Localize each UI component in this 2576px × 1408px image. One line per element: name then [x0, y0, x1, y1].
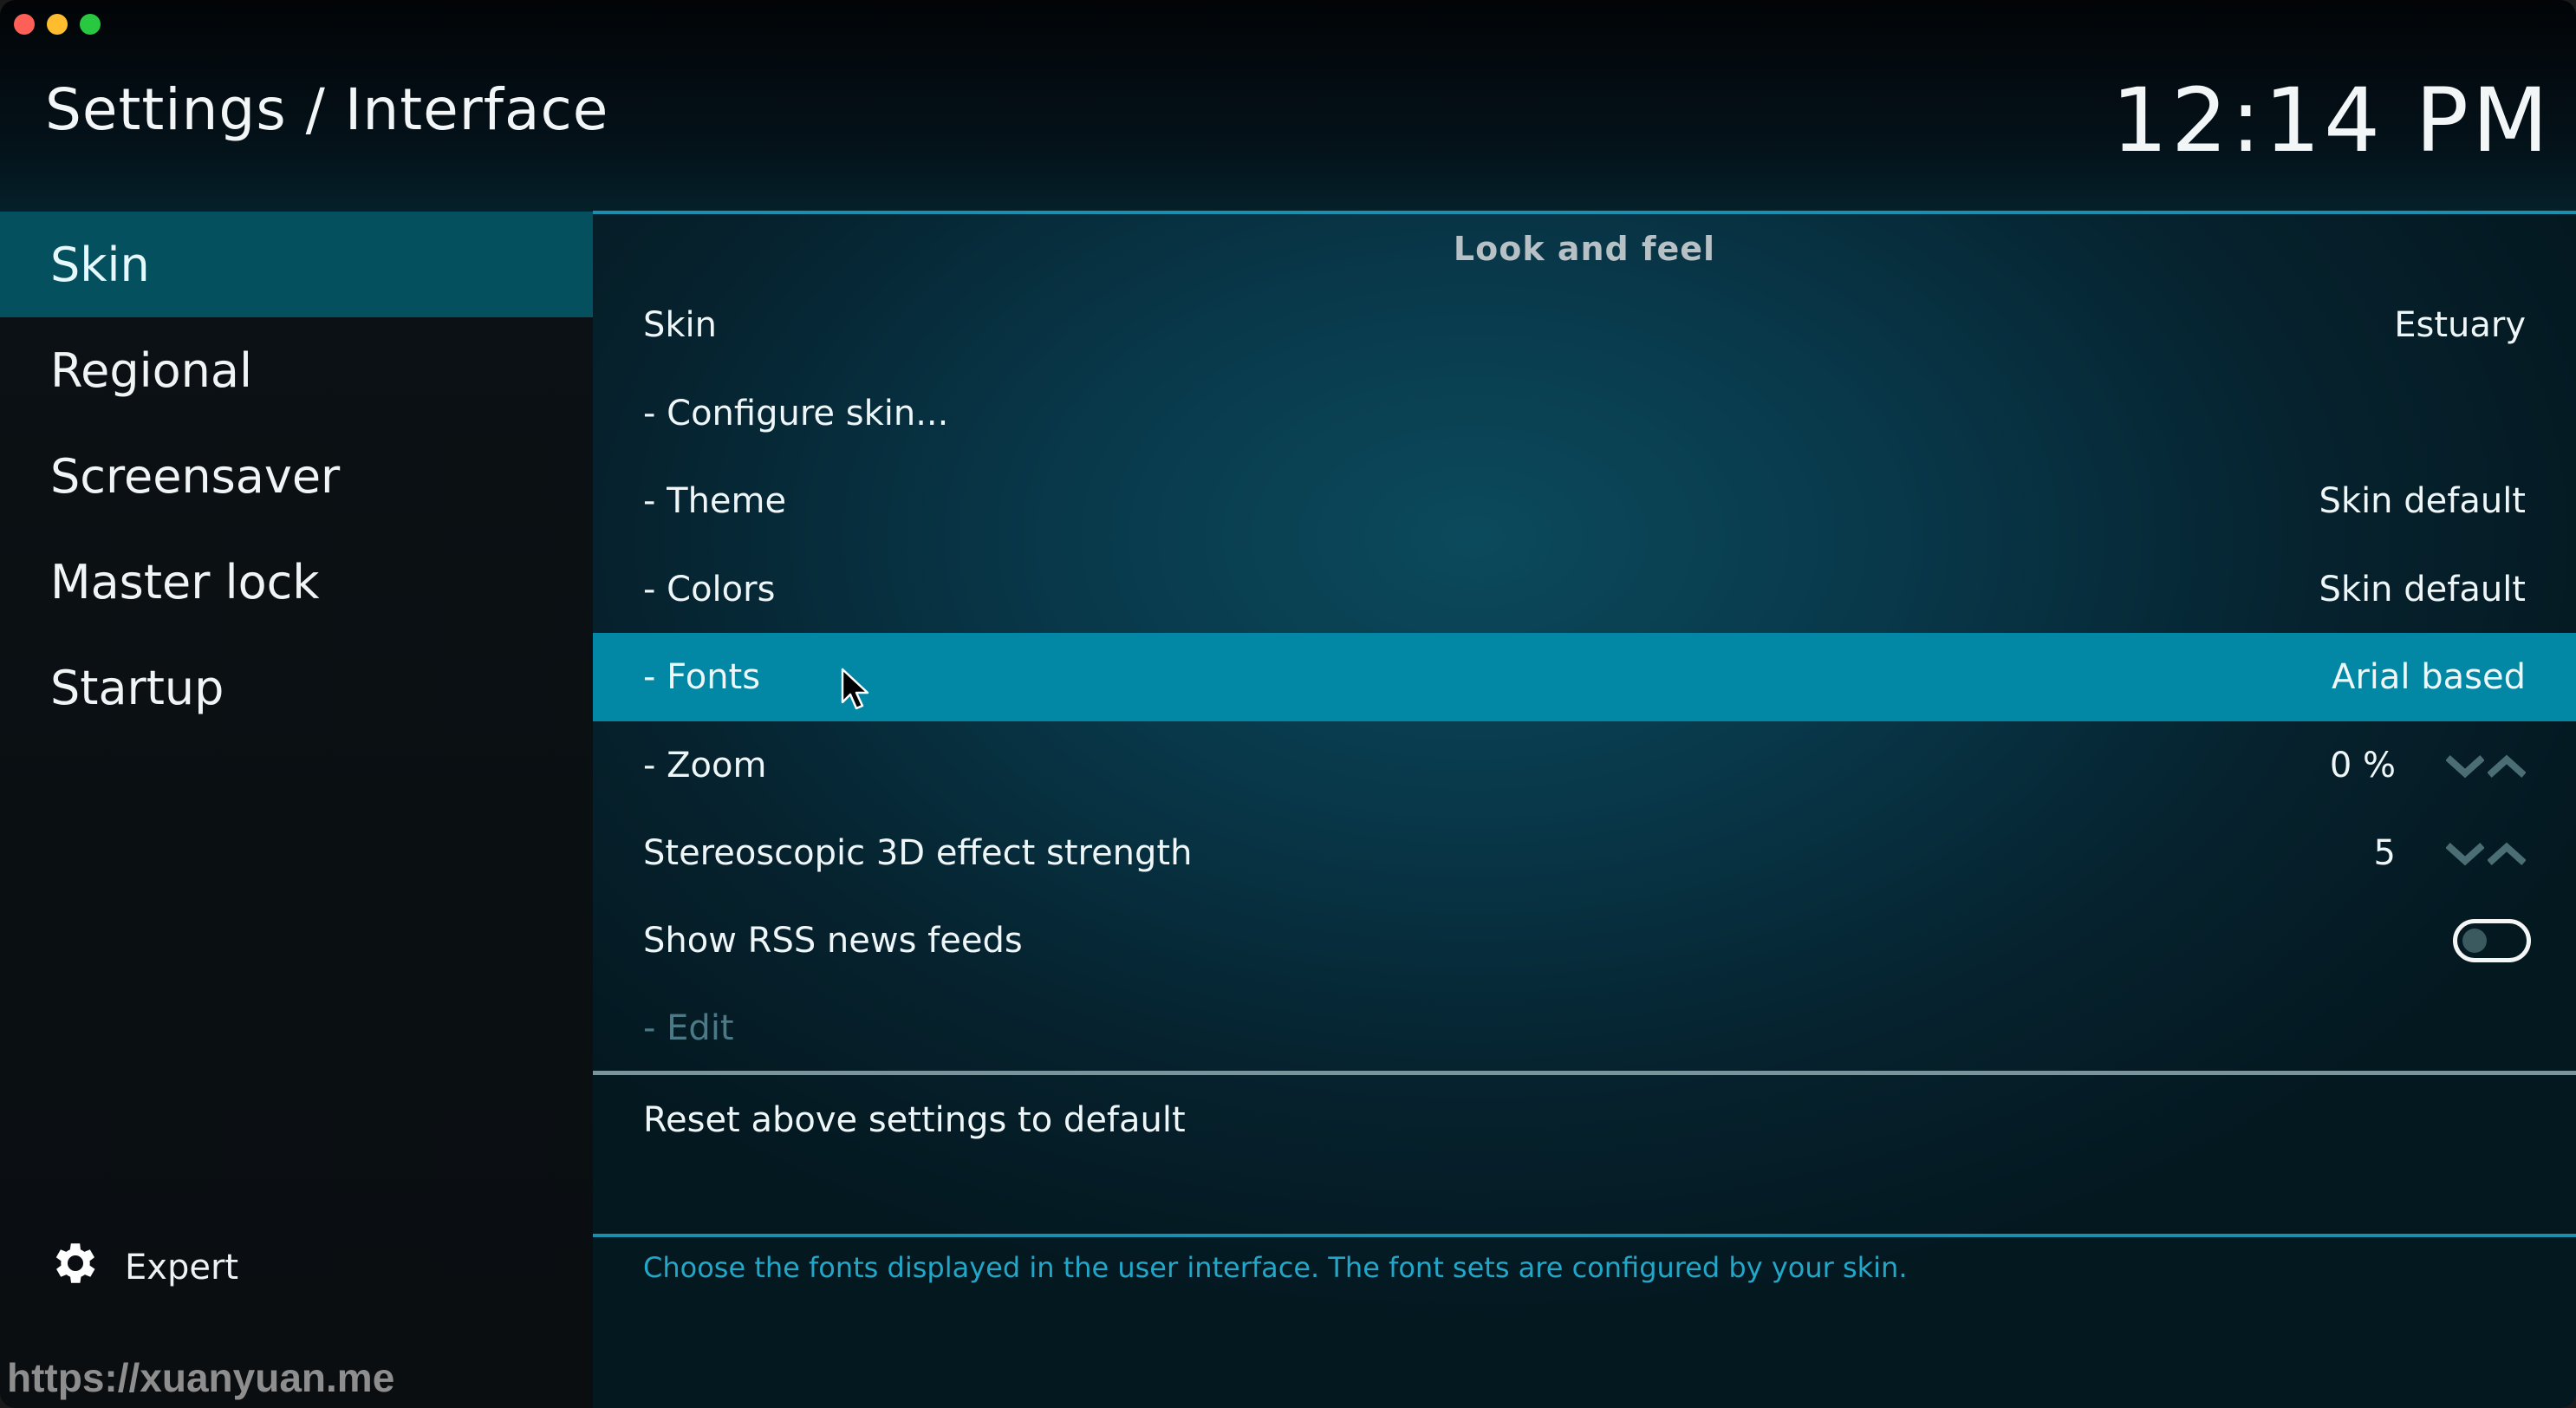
sidebar-item-label: Regional — [50, 342, 252, 398]
page-title: Settings / Interface — [45, 76, 609, 143]
chevron-up-icon[interactable] — [2488, 840, 2526, 866]
mouse-pointer-icon — [841, 668, 870, 714]
window-controls — [14, 14, 101, 35]
sidebar: Skin Regional Screensaver Master lock St… — [0, 212, 593, 1408]
setting-label: - Theme — [643, 481, 787, 521]
app-window: Settings / Interface 12:14 PM Skin Regio… — [0, 0, 2576, 1408]
spinner-controls — [2446, 753, 2526, 779]
chevron-down-icon[interactable] — [2446, 840, 2484, 866]
close-window-button[interactable] — [14, 14, 35, 35]
sidebar-item-screensaver[interactable]: Screensaver — [0, 423, 593, 529]
reset-label: Reset above settings to default — [643, 1100, 1186, 1140]
setting-label: Skin — [643, 305, 718, 345]
sidebar-item-startup[interactable]: Startup — [0, 635, 593, 740]
minimize-window-button[interactable] — [47, 14, 68, 35]
setting-label: - Edit — [643, 1008, 734, 1048]
setting-value: Skin default — [2319, 570, 2526, 609]
setting-value: 0 % — [2329, 746, 2396, 785]
settings-panel: Look and feel Skin Estuary - Configure s… — [593, 214, 2576, 1408]
setting-show-rss[interactable]: Show RSS news feeds — [593, 896, 2576, 985]
setting-label: - Fonts — [643, 657, 761, 697]
help-text: Choose the fonts displayed in the user i… — [643, 1251, 1908, 1284]
setting-edit-rss: - Edit — [593, 984, 2576, 1072]
section-separator — [593, 1071, 2576, 1075]
chevron-up-icon[interactable] — [2488, 753, 2526, 779]
spinner-controls — [2446, 840, 2526, 866]
reset-settings-button[interactable]: Reset above settings to default — [593, 1076, 2576, 1164]
watermark: https://xuanyuan.me — [7, 1355, 395, 1400]
setting-label: - Configure skin... — [643, 394, 949, 433]
toggle-knob — [2462, 929, 2487, 953]
setting-label: Stereoscopic 3D effect strength — [643, 833, 1193, 873]
settings-level-label: Expert — [125, 1248, 239, 1287]
zoom-spinner: 0 % — [2330, 746, 2526, 785]
setting-value: Estuary — [2394, 305, 2526, 345]
setting-skin[interactable]: Skin Estuary — [593, 281, 2576, 369]
setting-value: Arial based — [2331, 657, 2526, 697]
setting-theme[interactable]: - Theme Skin default — [593, 457, 2576, 545]
setting-colors[interactable]: - Colors Skin default — [593, 545, 2576, 634]
setting-configure-skin[interactable]: - Configure skin... — [593, 369, 2576, 458]
sidebar-item-label: Screensaver — [50, 448, 341, 504]
sidebar-item-regional[interactable]: Regional — [0, 317, 593, 423]
chevron-down-icon[interactable] — [2446, 753, 2484, 779]
sidebar-item-master-lock[interactable]: Master lock — [0, 529, 593, 635]
sidebar-item-label: Skin — [50, 237, 150, 292]
sidebar-item-label: Startup — [50, 660, 224, 715]
setting-value: Skin default — [2319, 481, 2526, 521]
maximize-window-button[interactable] — [80, 14, 101, 35]
sidebar-item-label: Master lock — [50, 554, 320, 609]
setting-label: - Zoom — [643, 746, 767, 785]
setting-label: Show RSS news feeds — [643, 921, 1023, 961]
sidebar-item-skin[interactable]: Skin — [0, 212, 593, 317]
setting-fonts[interactable]: - Fonts Arial based — [593, 633, 2576, 721]
setting-zoom[interactable]: - Zoom 0 % — [593, 721, 2576, 810]
rss-toggle[interactable] — [2453, 919, 2531, 962]
gear-icon — [49, 1236, 102, 1299]
setting-stereoscopic-strength[interactable]: Stereoscopic 3D effect strength 5 — [593, 809, 2576, 897]
setting-label: - Colors — [643, 570, 776, 609]
setting-value: 5 — [2373, 833, 2396, 873]
clock: 12:14 PM — [2111, 69, 2552, 173]
help-divider — [593, 1234, 2576, 1237]
stereo-spinner: 5 — [2374, 833, 2526, 873]
section-title: Look and feel — [1453, 230, 1716, 268]
settings-level-button[interactable]: Expert — [49, 1236, 238, 1299]
